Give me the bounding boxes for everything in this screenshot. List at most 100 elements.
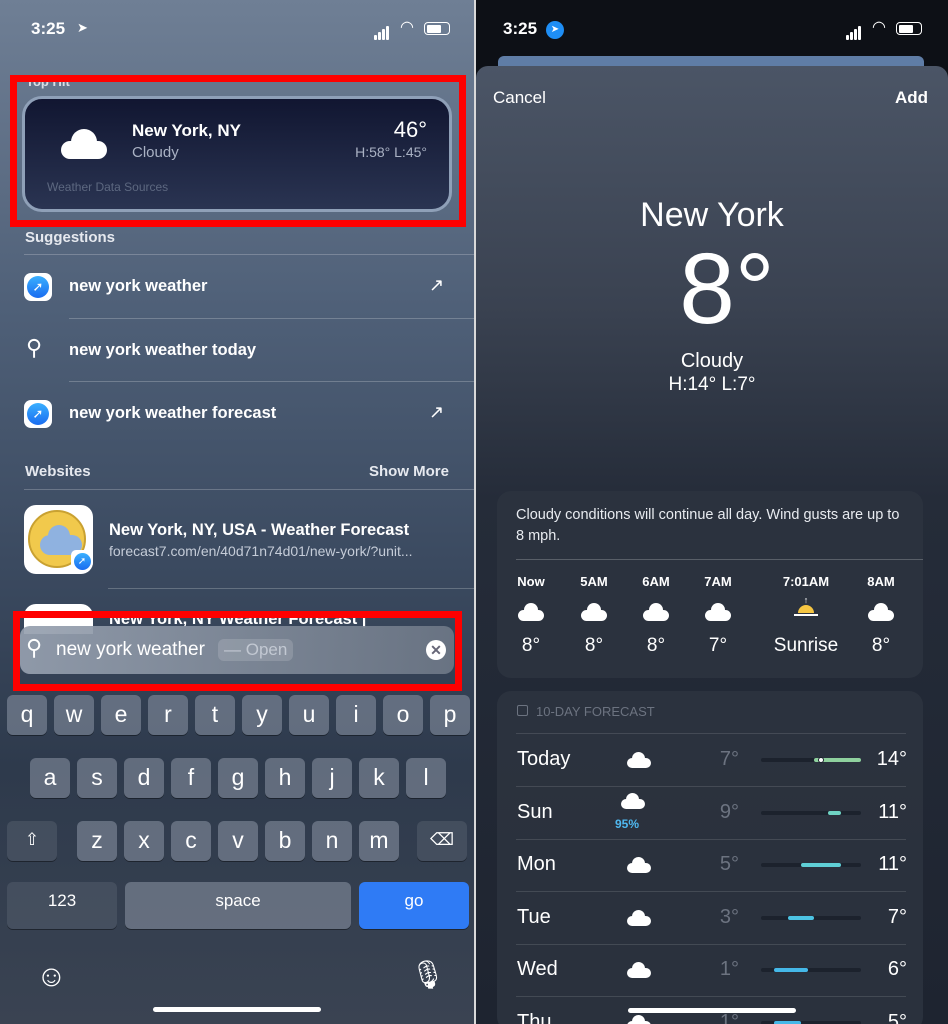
key-a[interactable]: a <box>30 758 70 798</box>
hour-temp: 8° <box>871 635 891 656</box>
key-q[interactable]: q <box>7 695 47 735</box>
temp-range-bar <box>801 863 841 867</box>
temp-range-track <box>761 863 861 867</box>
day-label: Tue <box>517 905 551 928</box>
suggestion-item[interactable]: ⚲ new york weather today <box>24 319 474 382</box>
weather-add-screen: 3:25 ➤ ◠ Cancel Add New York 8° Cloudy H… <box>476 0 948 1024</box>
temp-range-track <box>761 1020 861 1024</box>
spotlight-search-screen: 3:25 ➤ ◠ Top Hit New York, NY Cloudy 46°… <box>0 0 474 1024</box>
key-u[interactable]: u <box>289 695 329 735</box>
cloud-icon <box>627 857 651 873</box>
key-d[interactable]: d <box>124 758 164 798</box>
key-f[interactable]: f <box>171 758 211 798</box>
location-arrow-icon: ➤ <box>546 21 564 39</box>
key-x[interactable]: x <box>124 821 164 861</box>
emoji-icon[interactable]: ☺ <box>36 960 67 994</box>
key-h[interactable]: h <box>265 758 305 798</box>
suggestion-label: new york weather forecast <box>69 404 277 422</box>
suggestion-item[interactable]: ➚ new york weather ↗ <box>24 255 474 318</box>
high-temp: 6° <box>887 958 907 980</box>
cloud-icon <box>627 1014 651 1024</box>
key-i[interactable]: i <box>336 695 376 735</box>
key-s[interactable]: s <box>77 758 117 798</box>
key-z[interactable]: z <box>77 821 117 861</box>
temp-range-bar <box>774 1020 801 1024</box>
battery-icon <box>424 22 450 35</box>
temp-range-track <box>761 810 861 815</box>
key-p[interactable]: p <box>430 695 470 735</box>
high-temp: 7° <box>887 905 907 928</box>
temp-range-track <box>761 968 861 972</box>
home-indicator <box>628 1008 796 1013</box>
cloud-icon <box>581 603 608 621</box>
key-y[interactable]: y <box>242 695 282 735</box>
cloud-icon <box>627 752 651 768</box>
high-temp: 11° <box>878 800 907 823</box>
daily-row[interactable]: Today 7° 14° <box>497 734 907 787</box>
daily-row[interactable]: Tue 3° 7° <box>497 892 907 945</box>
cloud-icon <box>705 603 732 621</box>
low-temp: 1° <box>719 958 739 980</box>
cancel-button[interactable]: Cancel <box>493 88 546 108</box>
arrow-up-right-icon: ↗ <box>429 402 445 422</box>
battery-icon <box>896 22 922 35</box>
key-j[interactable]: j <box>312 758 352 798</box>
key-b[interactable]: b <box>265 821 305 861</box>
hour-label: 8AM <box>867 574 895 589</box>
daily-row[interactable]: Sun 9° 11° 95% <box>497 787 907 840</box>
day-label: Wed <box>517 958 558 980</box>
key-r[interactable]: r <box>148 695 188 735</box>
status-time: 3:25 <box>503 19 538 38</box>
sunrise-icon: ↑ <box>792 595 820 621</box>
key-g[interactable]: g <box>218 758 258 798</box>
suggestion-label: new york weather <box>69 277 208 295</box>
wifi-icon: ◠ <box>400 19 414 36</box>
current-temp-dot <box>818 757 824 763</box>
key-o[interactable]: o <box>383 695 423 735</box>
hour-label: 7AM <box>704 574 732 589</box>
add-button[interactable]: Add <box>895 88 928 108</box>
key-m[interactable]: m <box>359 821 399 861</box>
low-temp: 5° <box>719 853 739 875</box>
suggestions-header: Suggestions <box>25 229 116 246</box>
precip-chance: 95% <box>615 816 640 831</box>
temp-range-track <box>761 757 861 763</box>
hi-lo-temp: H:14° L:7° <box>668 374 756 395</box>
key-n[interactable]: n <box>312 821 352 861</box>
space-key[interactable]: space <box>125 882 351 929</box>
show-more-button[interactable]: Show More <box>369 463 449 480</box>
go-key[interactable]: go <box>359 882 469 929</box>
website-url: forecast7.com/en/40d71n74d01/new-york/?u… <box>109 543 413 559</box>
hourly-forecast-card: Cloudy conditions will continue all day.… <box>497 491 923 678</box>
forecast-summary: Cloudy conditions will continue all day.… <box>516 507 900 544</box>
current-temp: 8° <box>679 233 775 345</box>
delete-key[interactable]: ⌫ <box>417 821 467 861</box>
daily-row[interactable]: Wed 1° 6° <box>497 944 907 997</box>
highlight-box <box>13 611 462 691</box>
key-t[interactable]: t <box>195 695 235 735</box>
key-w[interactable]: w <box>54 695 94 735</box>
hourly-item: 5AM 8° <box>564 574 624 657</box>
suggestion-item[interactable]: ➚ new york weather forecast ↗ <box>24 382 474 445</box>
numbers-key[interactable]: 123 <box>7 882 117 929</box>
arrow-up-right-icon: ↗ <box>429 275 445 295</box>
hour-temp: 8° <box>584 635 604 656</box>
daily-row[interactable]: Mon 5° 11° <box>497 839 907 892</box>
shift-key[interactable]: ⇧ <box>7 821 57 861</box>
microphone-icon[interactable]: 🎙 <box>410 958 446 991</box>
key-l[interactable]: l <box>406 758 446 798</box>
hourly-item: Now 8° <box>501 574 561 657</box>
low-temp: 7° <box>719 748 739 770</box>
key-e[interactable]: e <box>101 695 141 735</box>
hour-temp: 8° <box>521 635 541 656</box>
ten-day-forecast-card: 10-DAY FORECAST Today 7° 14° Sun 9° 11° … <box>497 691 923 1024</box>
key-c[interactable]: c <box>171 821 211 861</box>
day-label: Sun <box>517 800 553 823</box>
hour-label: 7:01AM <box>782 574 830 589</box>
key-k[interactable]: k <box>359 758 399 798</box>
key-v[interactable]: v <box>218 821 258 861</box>
temp-range-bar <box>774 968 808 972</box>
website-result[interactable]: ➚ New York, NY, USA - Weather Forecast f… <box>24 505 474 575</box>
day-label: Mon <box>517 853 556 875</box>
safari-icon: ➚ <box>24 273 52 301</box>
